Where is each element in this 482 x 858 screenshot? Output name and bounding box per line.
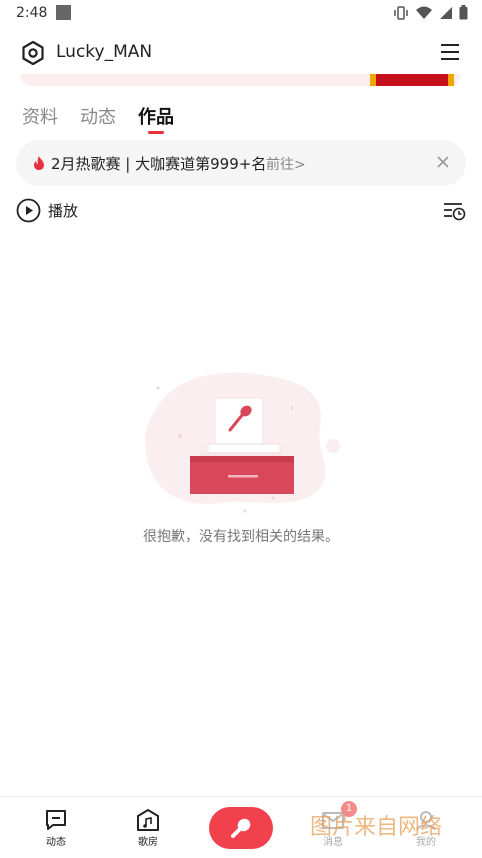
notice-go-link[interactable]: 前往> [266, 154, 306, 174]
microphone-icon [231, 818, 251, 838]
play-button[interactable]: 播放 [48, 200, 78, 221]
signal-icon [440, 6, 452, 19]
empty-message: 很抱歉，没有找到相关的结果。 [143, 529, 339, 545]
tab-active-indicator [148, 131, 164, 134]
banner-ribbon [370, 74, 454, 86]
watermark: 图片来自网络 [310, 815, 443, 840]
music-room-icon [137, 809, 159, 831]
play-circle-icon[interactable] [16, 198, 41, 223]
tab-profile-info[interactable]: 资料 [22, 103, 58, 137]
menu-icon[interactable] [440, 42, 460, 62]
vibrate-icon [394, 5, 408, 20]
status-time: 2:48 [16, 5, 48, 21]
status-icons [393, 5, 468, 20]
status-bar: 2:48 [0, 0, 482, 28]
nav-music-room[interactable]: 歌房 [123, 809, 173, 848]
contest-notice[interactable]: 2月热歌赛 | 大咖赛道第999+名 前往> [16, 140, 466, 186]
fire-icon [34, 156, 44, 170]
tab-activity[interactable]: 动态 [80, 103, 116, 137]
bottom-nav: 动态 歌房 消息 1 我的 图片来自网络 [0, 796, 482, 858]
hexagon-settings-icon[interactable] [20, 40, 46, 66]
username: Lucky_MAN [56, 42, 153, 62]
nav-music-room-label: 歌房 [138, 837, 158, 848]
sort-history-icon[interactable] [442, 200, 466, 222]
close-icon[interactable] [436, 155, 450, 169]
nav-activity-label: 动态 [46, 837, 66, 848]
battery-icon [459, 5, 468, 20]
play-row: 播放 [16, 197, 466, 225]
empty-box-illustration [145, 372, 340, 513]
notification-icon [56, 5, 71, 20]
chat-icon [46, 810, 66, 830]
wifi-icon [416, 6, 432, 19]
record-button[interactable] [209, 807, 273, 849]
notice-text: 2月热歌赛 | 大咖赛道第999+名 [51, 155, 267, 173]
profile-header: Lucky_MAN [0, 34, 482, 74]
promo-banner[interactable] [20, 74, 461, 88]
nav-activity[interactable]: 动态 [31, 809, 81, 848]
